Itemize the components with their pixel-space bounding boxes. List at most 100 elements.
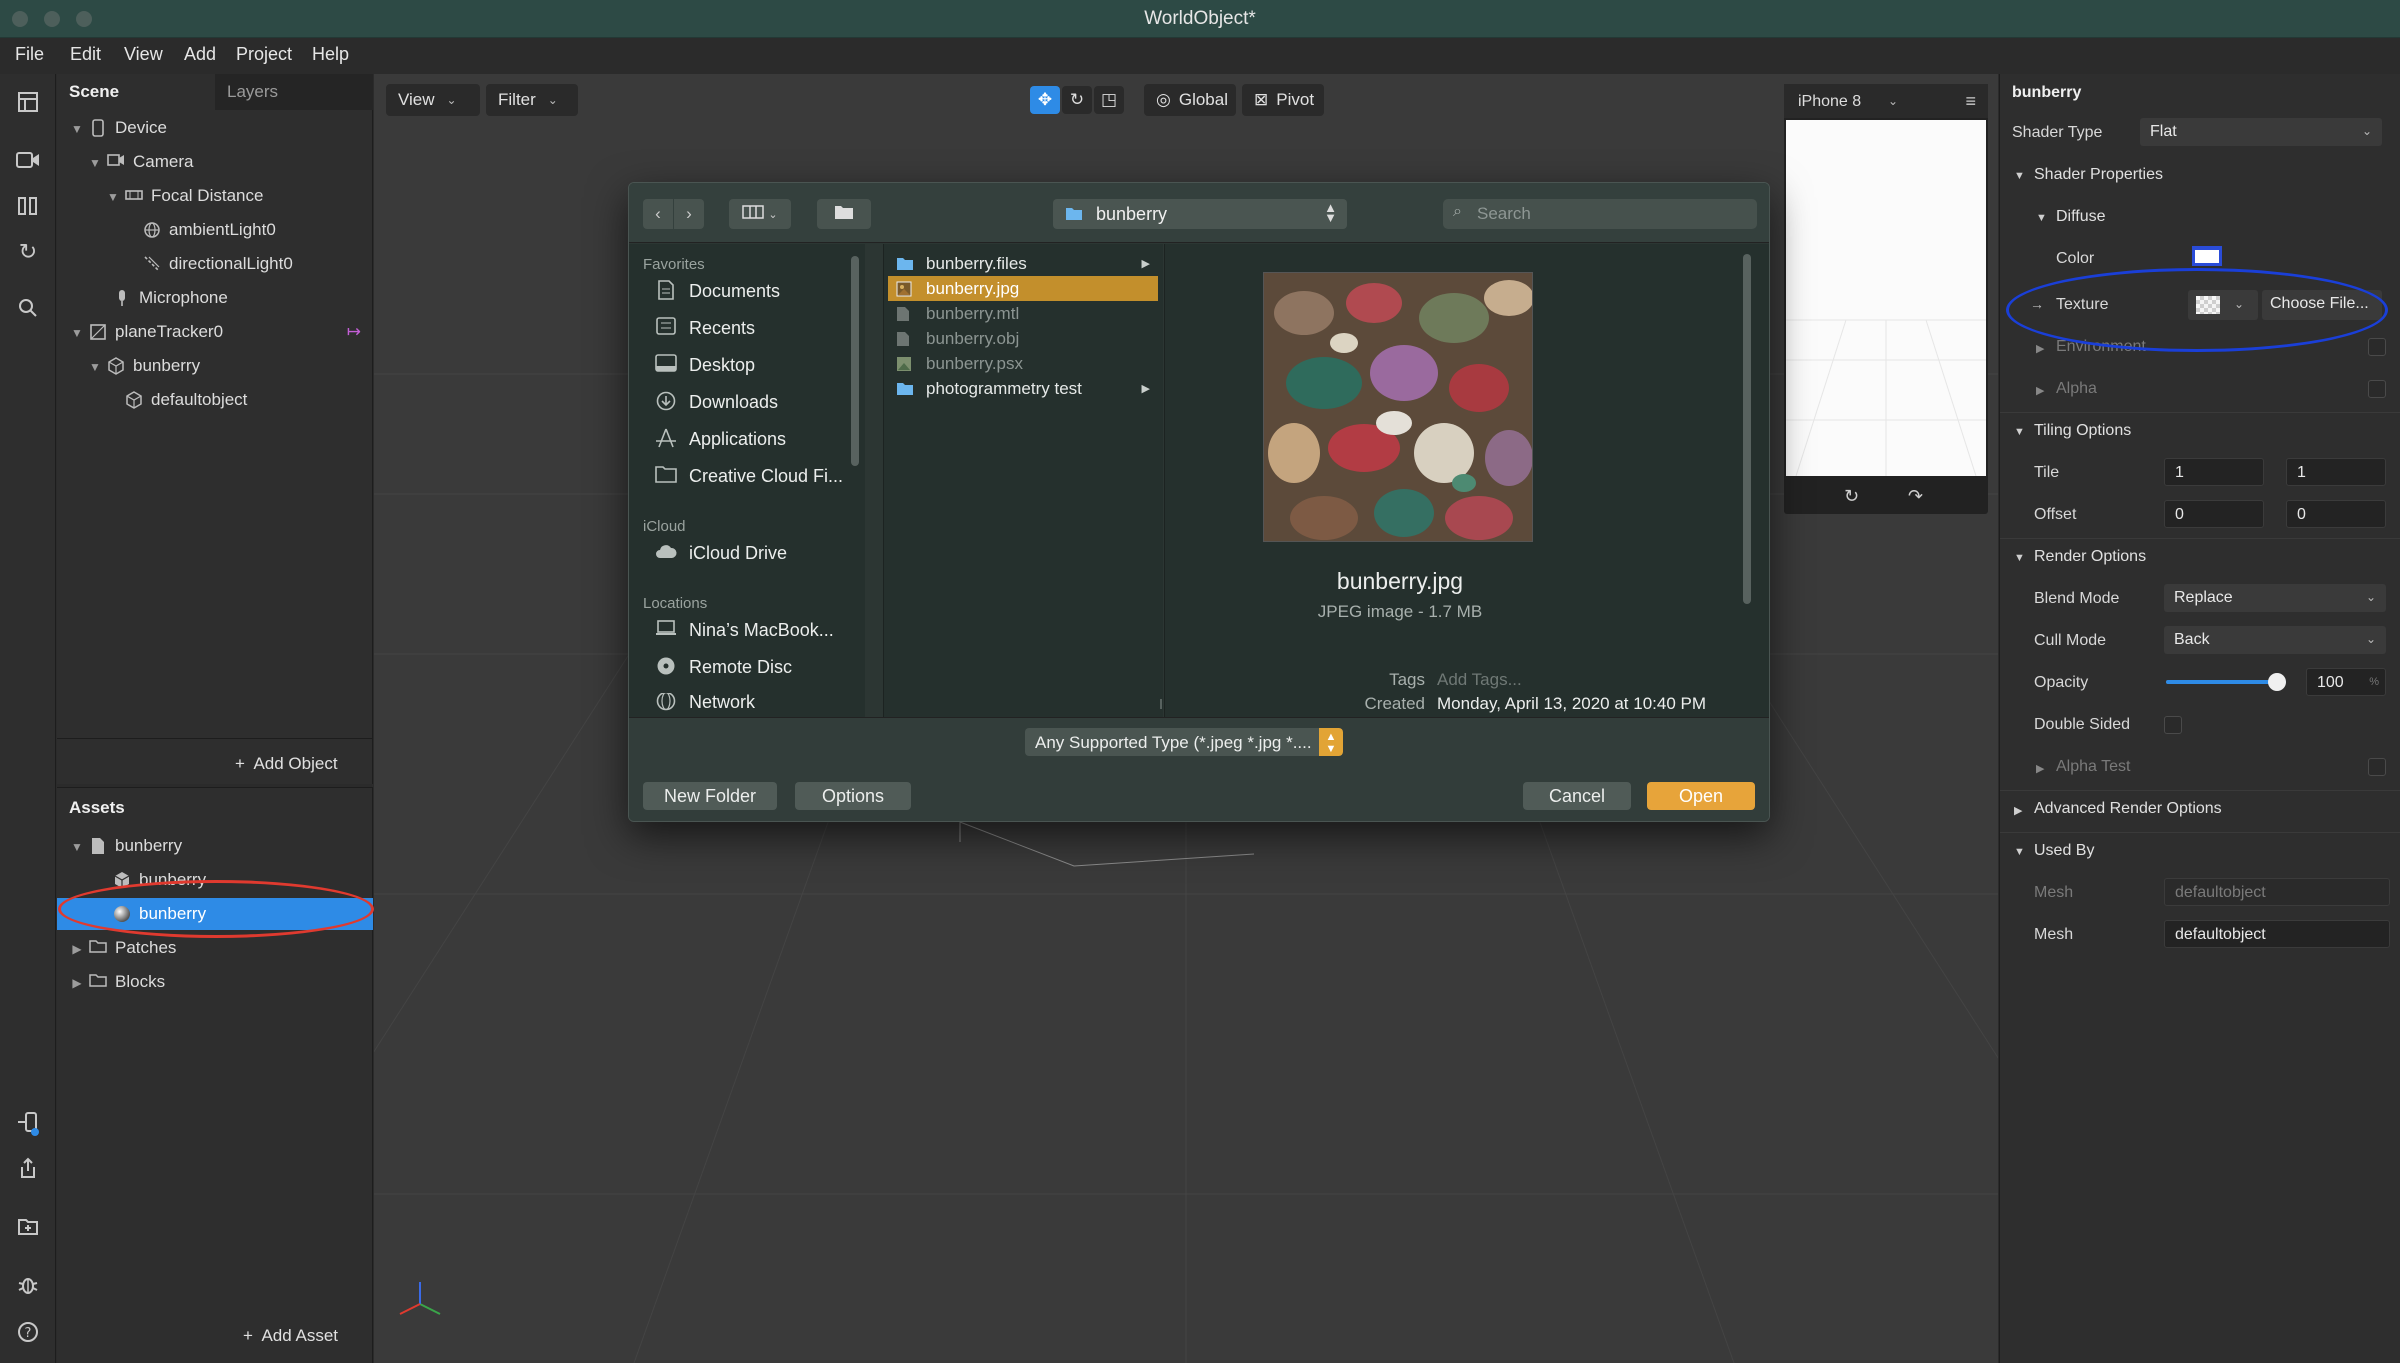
tree-item-camera[interactable]: ▼ Camera (89, 146, 193, 178)
view-mode-button[interactable]: ⌄ (729, 199, 791, 229)
column-resize-handle[interactable] (1160, 699, 1162, 709)
tree-item-plane-tracker[interactable]: ▼ planeTracker0 ↦ (71, 316, 371, 348)
rotate-tool-button[interactable]: ↻ (1062, 86, 1092, 114)
texture-picker[interactable]: ⌄ (2188, 290, 2258, 320)
layout-icon[interactable] (14, 88, 42, 116)
choose-file-button[interactable]: Choose File... (2262, 290, 2382, 320)
file-type-popup[interactable]: Any Supported Type (*.jpeg *.jpg *.... ▲… (1025, 728, 1343, 756)
sync-icon[interactable]: ↻ (14, 238, 42, 266)
caret-down-icon[interactable]: ▼ (71, 122, 83, 136)
menu-project[interactable]: Project (236, 44, 292, 65)
bug-icon[interactable] (14, 1270, 42, 1298)
new-folder-toolbar-button[interactable] (817, 199, 871, 229)
blend-mode-select[interactable]: Replace ⌄ (2164, 584, 2386, 612)
pivot-button[interactable]: ⊠ Pivot (1242, 84, 1324, 116)
tree-item-focal-distance[interactable]: ▼ Focal Distance (107, 180, 263, 212)
tile-x-input[interactable]: 1 (2164, 458, 2264, 486)
caret-right-icon[interactable]: ▶ (2014, 804, 2022, 817)
caret-down-icon[interactable]: ▼ (89, 156, 101, 170)
opacity-slider-thumb[interactable] (2268, 673, 2286, 691)
used-by-mesh[interactable]: defaultobject (2164, 920, 2390, 948)
sidebar-item-desktop[interactable]: Desktop (653, 354, 755, 376)
caret-down-icon[interactable]: ▼ (89, 360, 101, 374)
offset-y-input[interactable]: 0 (2286, 500, 2386, 528)
menu-help[interactable]: Help (312, 44, 349, 65)
sidebar-scrollbar[interactable] (851, 256, 859, 466)
caret-right-icon[interactable]: ▶ (71, 976, 83, 990)
caret-down-icon[interactable]: ▼ (2036, 212, 2047, 224)
caret-right-icon[interactable]: ▶ (2036, 342, 2044, 355)
sidebar-item-applications[interactable]: Applications (653, 428, 786, 450)
device-selector[interactable]: iPhone 8 (1798, 93, 1861, 110)
menu-edit[interactable]: Edit (70, 44, 101, 65)
add-asset-button[interactable]: + Add Asset (243, 1326, 338, 1346)
sidebar-item-network[interactable]: Network (653, 693, 755, 711)
sidebar-item-downloads[interactable]: Downloads (653, 391, 778, 413)
tile-y-input[interactable]: 1 (2286, 458, 2386, 486)
shader-properties-header[interactable]: Shader Properties (2034, 166, 2163, 184)
caret-down-icon[interactable]: ▼ (71, 840, 83, 854)
help-icon[interactable]: ? (14, 1318, 42, 1346)
refresh-preview-icon[interactable]: ↻ (1844, 486, 1859, 507)
file-row-bunberry-psx[interactable]: bunberry.psx (888, 351, 1158, 376)
columns-icon[interactable] (14, 192, 42, 220)
caret-down-icon[interactable]: ▼ (2014, 846, 2025, 858)
tree-item-bunberry[interactable]: ▼ bunberry (89, 350, 200, 382)
menu-add[interactable]: Add (184, 44, 216, 65)
video-icon[interactable] (14, 146, 42, 174)
caret-down-icon[interactable]: ▼ (2014, 170, 2025, 182)
sidebar-item-creative-cloud[interactable]: Creative Cloud Fi... (653, 465, 843, 487)
diffuse-header[interactable]: Diffuse (2056, 208, 2106, 226)
caret-down-icon[interactable]: ▼ (107, 190, 119, 204)
render-options-header[interactable]: Render Options (2034, 548, 2146, 566)
scale-tool-button[interactable]: ◳ (1094, 86, 1124, 114)
add-folder-icon[interactable] (14, 1212, 42, 1240)
cancel-button[interactable]: Cancel (1523, 782, 1631, 810)
file-row-photogrammetry-test[interactable]: photogrammetry test ▶ (888, 376, 1158, 401)
options-button[interactable]: Options (795, 782, 911, 810)
new-folder-button[interactable]: New Folder (643, 782, 777, 810)
shader-type-select[interactable]: Flat ⌄ (2140, 118, 2382, 146)
sidebar-item-recents[interactable]: Recents (653, 317, 755, 339)
back-button[interactable]: ‹ (643, 199, 673, 229)
menu-file[interactable]: File (15, 44, 44, 65)
sidebar-item-macbook[interactable]: Nina’s MacBook... (653, 619, 834, 641)
tiling-options-header[interactable]: Tiling Options (2034, 422, 2131, 440)
caret-down-icon[interactable]: ▼ (2014, 552, 2025, 564)
share-icon[interactable] (14, 1154, 42, 1182)
location-popup[interactable]: bunberry ▲ ▼ (1053, 199, 1347, 229)
move-tool-button[interactable]: ✥ (1030, 86, 1060, 114)
tab-layers[interactable]: Layers (215, 74, 373, 110)
asset-item-bunberry-file[interactable]: ▼ bunberry (71, 830, 371, 862)
used-by-header[interactable]: Used By (2034, 842, 2094, 860)
preview-scrollbar[interactable] (1743, 254, 1751, 604)
sidebar-item-icloud-drive[interactable]: iCloud Drive (653, 542, 787, 564)
rotate-preview-icon[interactable]: ↷ (1908, 486, 1923, 507)
menu-view[interactable]: View (124, 44, 163, 65)
tree-item-ambient-light[interactable]: ambientLight0 (137, 214, 276, 246)
caret-down-icon[interactable]: ▼ (2014, 426, 2025, 438)
add-object-button[interactable]: + Add Object (235, 754, 338, 774)
caret-right-icon[interactable]: ▶ (2036, 762, 2044, 775)
color-swatch[interactable] (2192, 246, 2222, 266)
opacity-slider[interactable] (2166, 673, 2286, 691)
asset-item-bunberry-mesh[interactable]: bunberry (107, 864, 371, 896)
tree-item-device[interactable]: ▼ Device (71, 112, 167, 144)
texture-link-icon[interactable]: → (2030, 296, 2044, 312)
view-dropdown[interactable]: View ⌄ (386, 84, 480, 116)
search-field[interactable]: ⌕ Search (1443, 199, 1757, 229)
double-sided-checkbox[interactable] (2164, 716, 2182, 734)
sidebar-item-documents[interactable]: Documents (653, 280, 780, 302)
filter-dropdown[interactable]: Filter ⌄ (486, 84, 578, 116)
alpha-test-checkbox[interactable] (2368, 758, 2386, 776)
link-arrow-icon[interactable]: ↦ (347, 322, 361, 342)
caret-right-icon[interactable]: ▶ (71, 942, 83, 956)
file-row-bunberry-jpg[interactable]: bunberry.jpg (888, 276, 1158, 301)
search-icon[interactable] (14, 294, 42, 322)
file-row-bunberry-obj[interactable]: bunberry.obj (888, 326, 1158, 351)
global-button[interactable]: ◎ Global (1144, 84, 1236, 116)
chevron-down-icon[interactable]: ⌄ (1888, 94, 1898, 108)
caret-down-icon[interactable]: ▼ (71, 326, 83, 340)
tree-item-defaultobject[interactable]: defaultobject (119, 384, 247, 416)
add-tags-field[interactable]: Add Tags... (1437, 670, 1522, 690)
